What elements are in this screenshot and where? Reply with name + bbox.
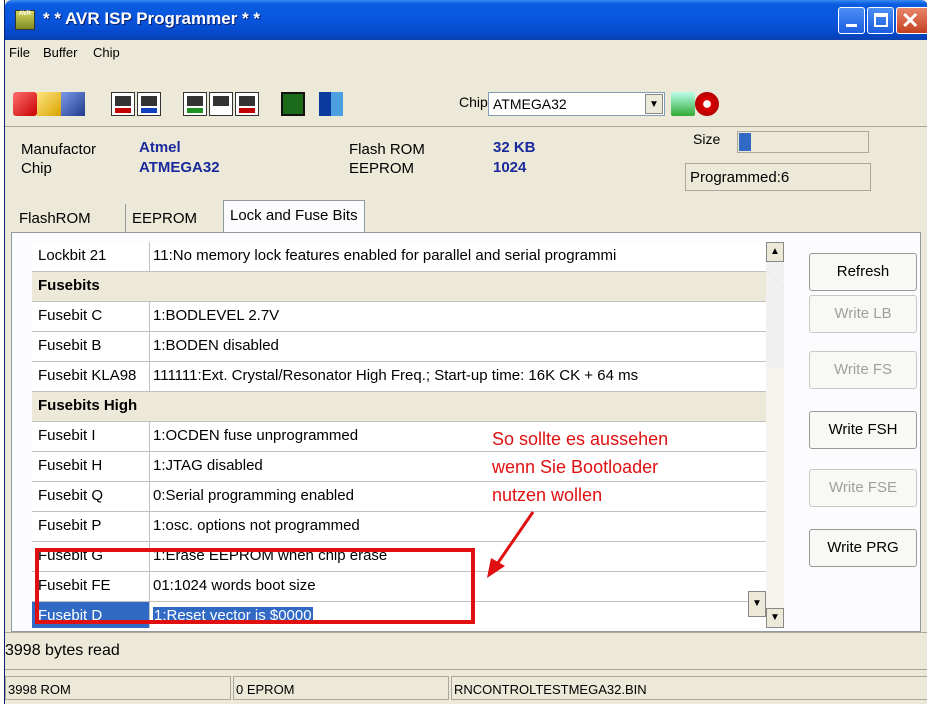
- menu-file[interactable]: File: [9, 45, 30, 60]
- chip-write-icon[interactable]: [183, 92, 207, 116]
- menu-buffer[interactable]: Buffer: [43, 45, 77, 60]
- annotation-arrow-icon: [487, 511, 535, 578]
- write-fs-button[interactable]: Write FS: [809, 351, 917, 389]
- chip-info-panel: Manufactor Atmel Chip ATMEGA32 Flash ROM…: [5, 126, 927, 198]
- maximize-button[interactable]: [867, 7, 894, 34]
- fuse-value-cell[interactable]: 1:osc. options not programmed: [151, 512, 765, 541]
- menu-chip[interactable]: Chip: [93, 45, 120, 60]
- value-dropdown-icon[interactable]: ▼: [748, 591, 766, 617]
- annotation-highlight-box: [35, 548, 475, 624]
- book-icon[interactable]: [319, 92, 343, 116]
- write-lb-button[interactable]: Write LB: [809, 295, 917, 333]
- size-label: Size: [693, 131, 721, 147]
- annotation-line-3: nutzen wollen: [492, 485, 603, 505]
- fuse-row[interactable]: Lockbit 21 11:No memory lock features ena…: [32, 242, 766, 272]
- app-window: AVR * * AVR ISP Programmer * * ✕ File Bu…: [4, 0, 927, 704]
- write-prg-button[interactable]: Write PRG: [809, 529, 917, 567]
- chip-label: Chip: [21, 160, 52, 177]
- app-icon: AVR: [15, 10, 35, 30]
- chip-read-red-icon[interactable]: [111, 92, 135, 116]
- status-bar: 3998 ROM 0 EPROM RNCONTROLTESTMEGA32.BIN: [5, 672, 927, 704]
- refresh-button[interactable]: Refresh: [809, 253, 917, 291]
- chevron-down-icon[interactable]: ▼: [645, 94, 663, 114]
- eeprom-label: EEPROM: [349, 160, 415, 177]
- fuse-value-cell[interactable]: 1:BODLEVEL 2.7V: [151, 302, 765, 331]
- fuse-row[interactable]: Fusebit P 1:osc. options not programmed: [32, 512, 766, 542]
- eeprom-value: 1024: [493, 159, 527, 176]
- stop-icon[interactable]: [695, 92, 719, 116]
- annotation-line-2: wenn Sie Bootloader: [492, 457, 659, 477]
- chip-value: ATMEGA32: [139, 159, 220, 176]
- programmed-count: Programmed:6: [685, 163, 871, 191]
- status-message-text: 3998 bytes read: [5, 642, 120, 659]
- chip-select[interactable]: ATMEGA32 ▼: [488, 92, 665, 116]
- fuse-name-cell: Fusebit P: [32, 512, 150, 541]
- tab-eeprom[interactable]: EEPROM: [125, 204, 203, 232]
- program-icon[interactable]: [671, 92, 695, 116]
- flash-rom-value: 32 KB: [493, 139, 536, 156]
- annotation-text: So sollte es aussehen wenn Sie Bootloade…: [492, 425, 668, 509]
- close-button[interactable]: ✕: [896, 7, 927, 34]
- chip-read-blue-icon[interactable]: [137, 92, 161, 116]
- fuse-value-cell[interactable]: 1:BODEN disabled: [151, 332, 765, 361]
- status-file: RNCONTROLTESTMEGA32.BIN: [451, 676, 927, 700]
- fuse-value-cell[interactable]: 11:No memory lock features enabled for p…: [151, 242, 765, 271]
- chip-select-value: ATMEGA32: [493, 96, 567, 112]
- tab-lock-fuse-bits[interactable]: Lock and Fuse Bits: [223, 200, 365, 232]
- vertical-scrollbar[interactable]: ▲ ▼: [766, 242, 784, 628]
- size-progress-bar: [737, 131, 869, 153]
- fuse-name-cell: Fusebit H: [32, 452, 150, 481]
- toolbar: Chip ATMEGA32 ▼: [5, 86, 927, 122]
- title-bar[interactable]: AVR * * AVR ISP Programmer * * ✕: [5, 0, 927, 40]
- menu-bar: File Buffer Chip: [5, 40, 927, 64]
- manufactor-label: Manufactor: [21, 141, 97, 158]
- section-header-row: Fusebits: [32, 272, 766, 302]
- eraser-icon[interactable]: [13, 92, 37, 116]
- fuse-row[interactable]: Fusebit KLA98 111111:Ext. Crystal/Resonat…: [32, 362, 766, 392]
- scrollbar-track[interactable]: [766, 262, 784, 367]
- fuse-name-cell: Fusebit KLA98: [32, 362, 150, 391]
- fuse-value-cell[interactable]: 1:JTAG disabled: [151, 452, 765, 481]
- close-icon: ✕: [901, 8, 920, 33]
- minimize-icon: [846, 24, 857, 27]
- write-fsh-button[interactable]: Write FSH: [809, 411, 917, 449]
- flash-rom-label: Flash ROM: [349, 141, 425, 158]
- section-header-row: Fusebits High: [32, 392, 766, 422]
- write-fse-button[interactable]: Write FSE: [809, 469, 917, 507]
- dark-chip-icon[interactable]: [281, 92, 305, 116]
- fuse-value-cell[interactable]: 0:Serial programming enabled: [151, 482, 765, 511]
- save-disk-icon[interactable]: [61, 92, 85, 116]
- annotation-line-1: So sollte es aussehen: [492, 429, 669, 449]
- size-progress-fill: [739, 133, 751, 151]
- status-rom: 3998 ROM: [5, 676, 231, 700]
- status-message: 3998 bytes read: [5, 632, 927, 670]
- fuse-row[interactable]: Fusebit B 1:BODEN disabled: [32, 332, 766, 362]
- scroll-up-icon[interactable]: ▲: [766, 242, 784, 262]
- chip-verify-icon[interactable]: [209, 92, 233, 116]
- fuse-name-cell: Lockbit 21: [32, 242, 150, 271]
- fuse-row[interactable]: Fusebit C 1:BODLEVEL 2.7V: [32, 302, 766, 332]
- fuse-value-cell[interactable]: 1:OCDEN fuse unprogrammed: [151, 422, 765, 451]
- open-folder-icon[interactable]: [37, 92, 61, 116]
- manufactor-value: Atmel: [139, 139, 181, 156]
- fuse-value-cell[interactable]: 111111:Ext. Crystal/Resonator High Freq.…: [151, 362, 765, 391]
- chip-write-red-icon[interactable]: [235, 92, 259, 116]
- fuse-name-cell: Fusebit Q: [32, 482, 150, 511]
- section-header-label: Fusebits: [38, 277, 100, 294]
- scroll-down-icon[interactable]: ▼: [766, 608, 784, 628]
- maximize-icon: [874, 13, 888, 27]
- fuse-name-cell: Fusebit C: [32, 302, 150, 331]
- window-title: * * AVR ISP Programmer * *: [43, 9, 260, 28]
- fuse-name-cell: Fusebit B: [32, 332, 150, 361]
- section-header-label: Fusebits High: [38, 397, 138, 414]
- fuse-name-cell: Fusebit I: [32, 422, 150, 451]
- tab-flashrom[interactable]: FlashROM: [13, 204, 97, 232]
- chip-select-label: Chip: [459, 94, 488, 110]
- tab-bar: FlashROM EEPROM Lock and Fuse Bits: [5, 198, 927, 232]
- minimize-button[interactable]: [838, 7, 865, 34]
- status-eprom: 0 EPROM: [233, 676, 449, 700]
